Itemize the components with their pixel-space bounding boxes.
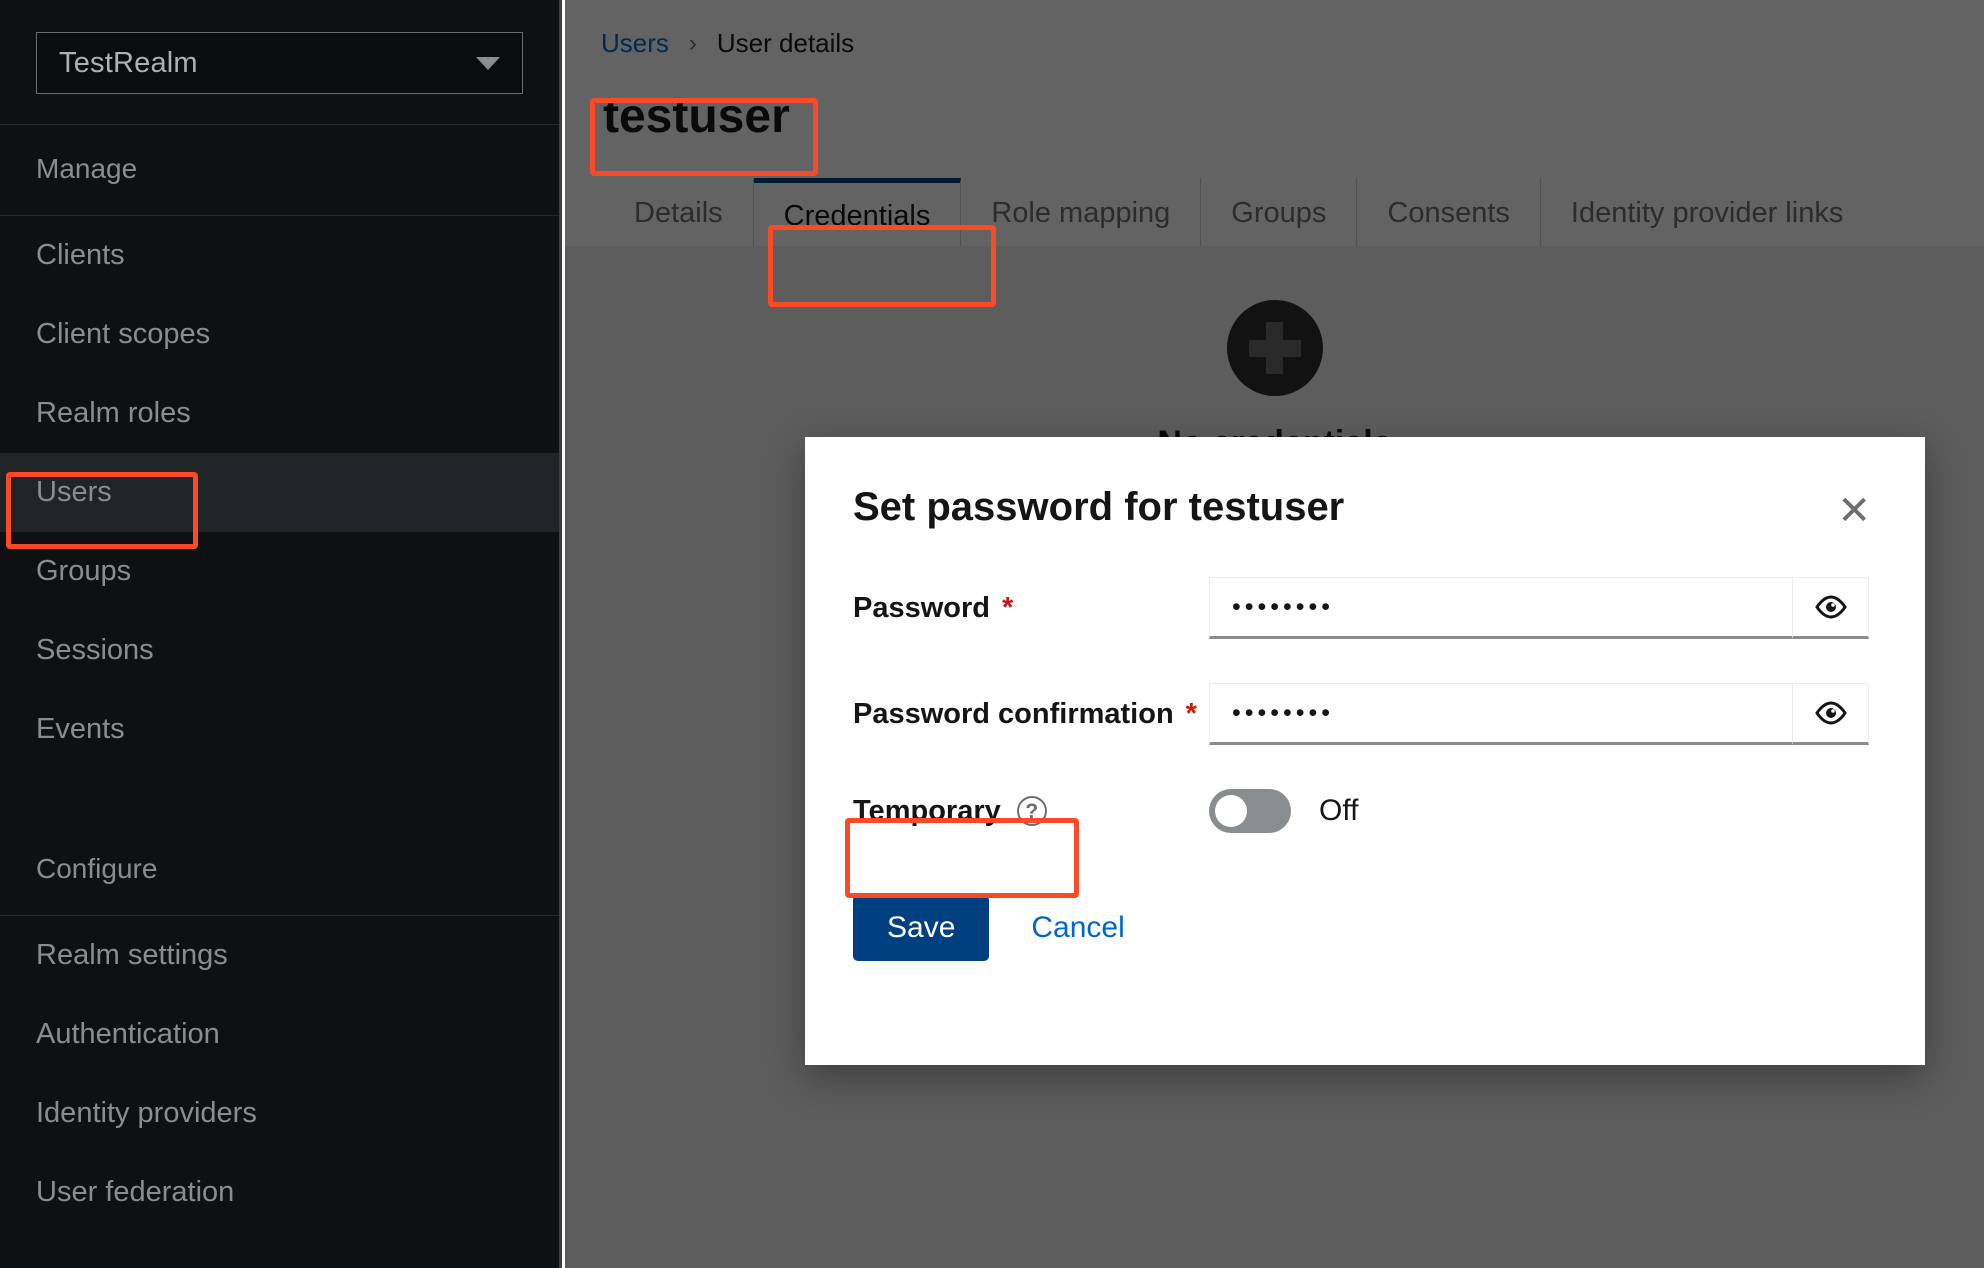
password-label: Password * bbox=[853, 592, 1209, 625]
sidebar-item-realm-settings[interactable]: Realm settings bbox=[0, 916, 559, 995]
password-input[interactable]: •••••••• bbox=[1209, 577, 1793, 639]
sidebar-item-realm-roles[interactable]: Realm roles bbox=[0, 374, 559, 453]
password-row: Password * •••••••• bbox=[853, 577, 1871, 639]
sidebar-item-client-scopes[interactable]: Client scopes bbox=[0, 295, 559, 374]
question-circle-icon[interactable]: ? bbox=[1016, 796, 1047, 826]
sidebar: TestRealm Manage Clients Client scopes R… bbox=[0, 0, 562, 1268]
temporary-toggle-state: Off bbox=[1319, 794, 1359, 827]
nav-section-title-manage: Manage bbox=[36, 153, 138, 184]
sidebar-item-identity-providers[interactable]: Identity providers bbox=[0, 1074, 559, 1153]
modal-body: Password * •••••••• Password confirmatio… bbox=[805, 531, 1925, 833]
eye-icon[interactable] bbox=[1793, 683, 1869, 745]
keycloak-admin-console: TestRealm Manage Clients Client scopes R… bbox=[0, 0, 1984, 1268]
password-confirmation-input[interactable]: •••••••• bbox=[1209, 683, 1793, 745]
temporary-toggle-wrap: Off bbox=[1209, 789, 1871, 833]
sidebar-item-clients[interactable]: Clients bbox=[0, 216, 559, 295]
password-input-group: •••••••• bbox=[1209, 577, 1869, 639]
modal-title: Set password for testuser bbox=[853, 485, 1345, 529]
sidebar-item-users[interactable]: Users bbox=[0, 453, 559, 532]
password-confirmation-label: Password confirmation * bbox=[853, 698, 1209, 731]
temporary-toggle[interactable] bbox=[1209, 789, 1291, 833]
temporary-row: Temporary ? Off bbox=[853, 789, 1871, 833]
realm-selector-value: TestRealm bbox=[59, 46, 198, 79]
sidebar-item-user-federation[interactable]: User federation bbox=[0, 1153, 559, 1232]
password-confirmation-row: Password confirmation * •••••••• bbox=[853, 683, 1871, 745]
set-password-modal: Set password for testuser ✕ Password * •… bbox=[805, 437, 1925, 1065]
save-button[interactable]: Save bbox=[853, 895, 990, 961]
close-icon[interactable]: ✕ bbox=[1837, 491, 1871, 531]
modal-header: Set password for testuser ✕ bbox=[805, 437, 1925, 531]
cancel-button[interactable]: Cancel bbox=[1031, 911, 1124, 945]
sidebar-item-sessions[interactable]: Sessions bbox=[0, 611, 559, 690]
sidebar-item-events[interactable]: Events bbox=[0, 690, 559, 769]
sidebar-item-groups[interactable]: Groups bbox=[0, 532, 559, 611]
password-label-text: Password bbox=[853, 591, 990, 624]
sidebar-item-authentication[interactable]: Authentication bbox=[0, 995, 559, 1074]
chevron-down-icon bbox=[476, 56, 500, 70]
realm-selector-wrapper: TestRealm bbox=[0, 0, 559, 124]
password-confirmation-input-group: •••••••• bbox=[1209, 683, 1869, 745]
temporary-label: Temporary ? bbox=[853, 795, 1209, 828]
eye-icon[interactable] bbox=[1793, 577, 1869, 639]
nav-section-title-configure: Configure bbox=[36, 853, 158, 884]
temporary-label-text: Temporary bbox=[853, 794, 1001, 827]
required-marker: * bbox=[1185, 697, 1197, 730]
realm-selector[interactable]: TestRealm bbox=[36, 32, 523, 94]
password-confirmation-label-text: Password confirmation bbox=[853, 697, 1174, 730]
modal-footer: Save Cancel bbox=[805, 877, 1925, 961]
required-marker: * bbox=[1002, 591, 1014, 624]
